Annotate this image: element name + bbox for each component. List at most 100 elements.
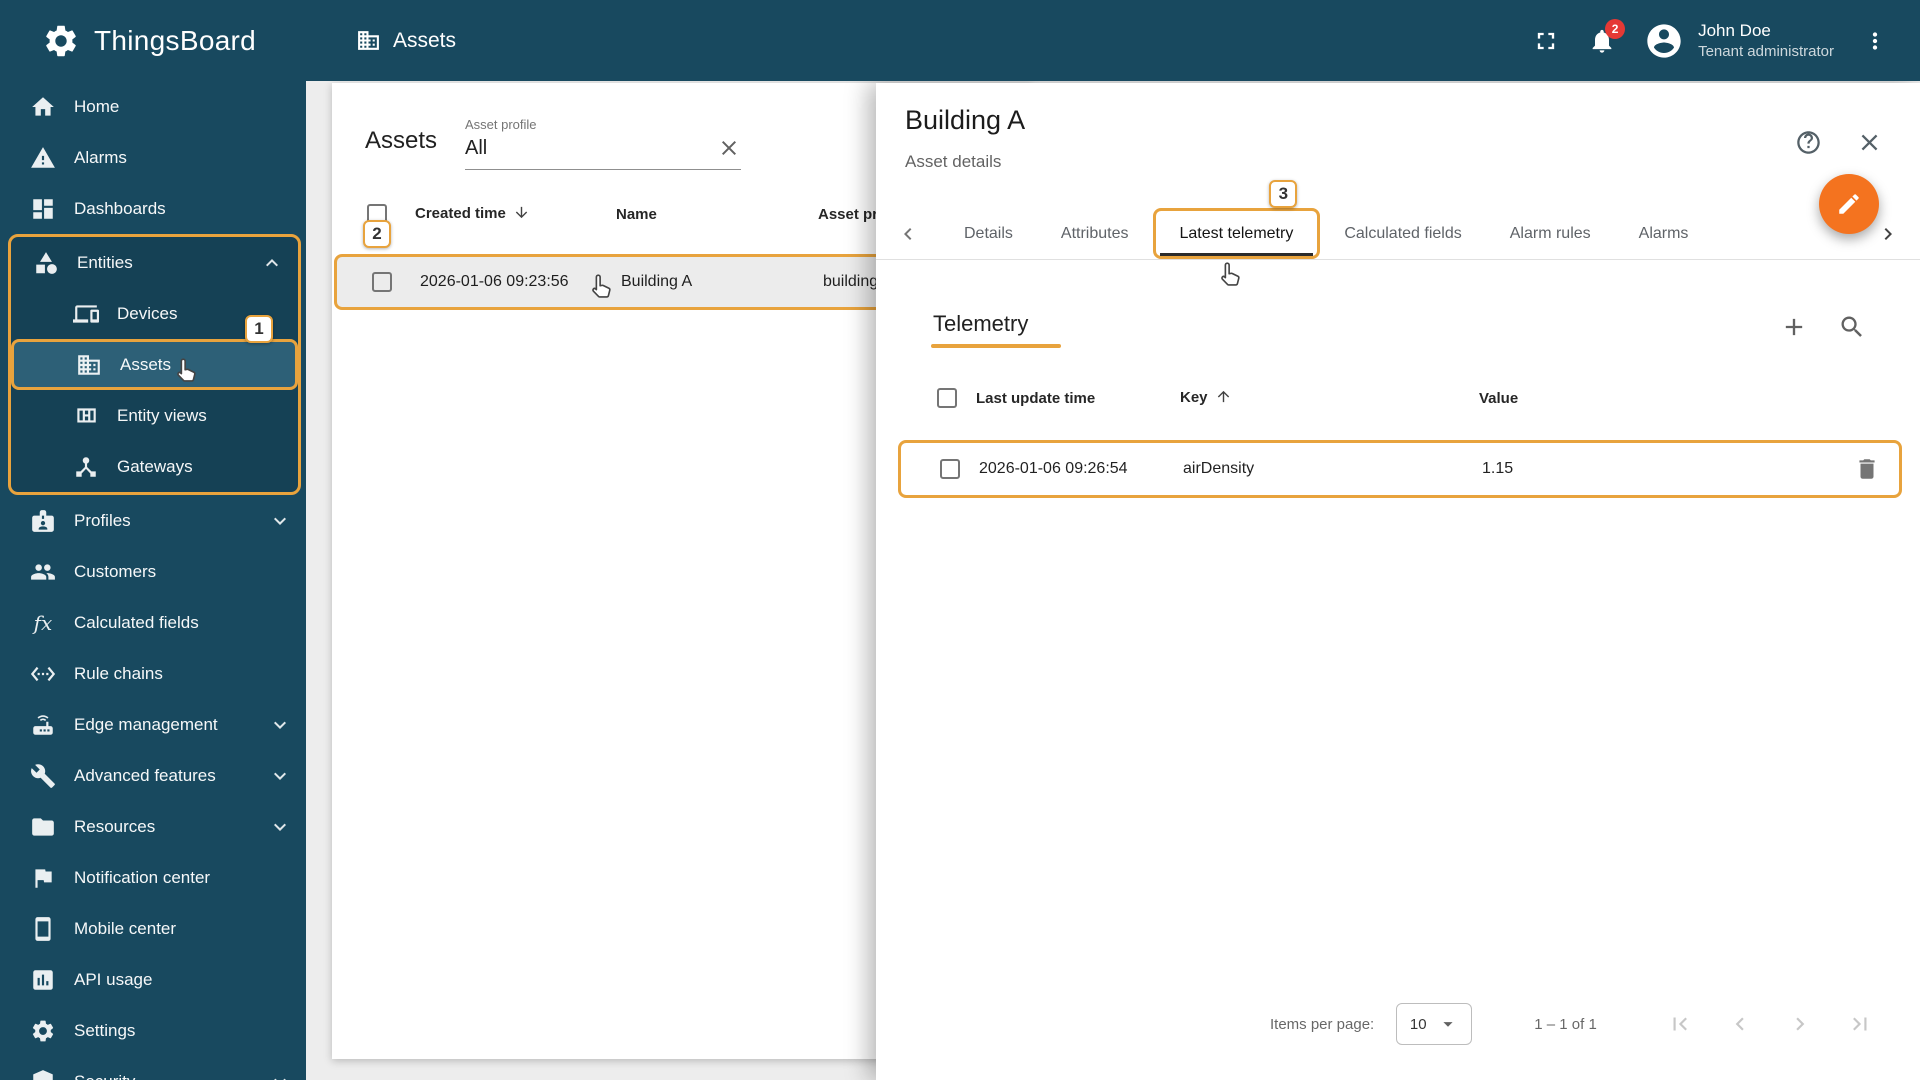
assets-list-title: Assets [365, 127, 438, 154]
sidebar-item-edge-management[interactable]: Edge management [0, 699, 306, 750]
chevron-down-icon [268, 815, 292, 839]
items-per-page-select[interactable]: 10 [1396, 1003, 1473, 1045]
sidebar-item-calculated-fields[interactable]: fx Calculated fields [0, 597, 306, 648]
asset-profile-filter-label: Asset profile [465, 117, 537, 132]
calculated-fields-icon: fx [33, 610, 53, 635]
topbar-actions: 2 John Doe Tenant administrator [1532, 18, 1920, 62]
sidebar-item-entity-views[interactable]: Entity views [11, 390, 298, 441]
panel-header: Building A Asset details [905, 105, 1025, 172]
sidebar-item-api-usage[interactable]: API usage [0, 954, 306, 1005]
cursor-pointer-icon [172, 356, 202, 386]
last-page-button[interactable] [1847, 1011, 1873, 1037]
customers-icon [30, 559, 56, 585]
column-header-name[interactable]: Name [616, 206, 818, 223]
sidebar-item-mobile-center[interactable]: Mobile center [0, 903, 306, 954]
sidebar-item-home[interactable]: Home [0, 81, 306, 132]
sidebar-item-advanced-features[interactable]: Advanced features [0, 750, 306, 801]
detail-tabs: Details Attributes Latest telemetry 3 Calcul… [876, 180, 1920, 286]
sidebar-item-entities[interactable]: Entities [11, 237, 298, 288]
asset-name-title: Building A [905, 105, 1026, 135]
api-usage-icon [30, 967, 56, 993]
asset-profile-filter-value: All [465, 136, 488, 159]
tab-alarms[interactable]: Alarms [1615, 208, 1713, 259]
brand[interactable]: ThingsBoard [0, 22, 306, 60]
gateways-icon [73, 454, 99, 480]
telemetry-table-header: Last update time Key Value [898, 375, 1902, 421]
entities-icon [33, 250, 59, 276]
dashboards-icon [30, 196, 56, 222]
column-header-key[interactable]: Key [1180, 388, 1479, 409]
help-button[interactable] [1795, 129, 1823, 157]
sidebar-item-profiles[interactable]: Profiles [0, 495, 306, 546]
tabs-scroll-left-button[interactable] [886, 208, 930, 259]
sidebar-item-customers[interactable]: Customers [0, 546, 306, 597]
sidebar-nav: Home Alarms Dashboards Entities Devices Asset… [0, 81, 306, 1080]
topbar: ThingsBoard Assets 2 John Doe Tenant adm… [0, 0, 1920, 81]
column-header-value[interactable]: Value [1479, 390, 1838, 407]
row-checkbox[interactable] [931, 459, 979, 479]
sidebar-item-rule-chains[interactable]: Rule chains [0, 648, 306, 699]
sidebar-item-resources[interactable]: Resources [0, 801, 306, 852]
fullscreen-button[interactable] [1532, 27, 1560, 55]
search-telemetry-button[interactable] [1838, 313, 1866, 341]
paginator: Items per page: 10 1 – 1 of 1 [1270, 1003, 1873, 1045]
add-telemetry-button[interactable] [1780, 313, 1808, 341]
mobile-center-icon [30, 916, 56, 942]
chevron-down-icon [268, 713, 292, 737]
dropdown-arrow-icon [1437, 1013, 1459, 1035]
sidebar-item-settings[interactable]: Settings [0, 1005, 306, 1056]
sidebar-item-security[interactable]: Security [0, 1056, 306, 1080]
tutorial-highlight-entities-group: Entities Devices Assets 1 Entity views Gatewa… [8, 234, 301, 495]
pager-buttons [1667, 1011, 1873, 1037]
telemetry-last-update-time: 2026-01-06 09:26:54 [979, 460, 1128, 477]
previous-page-button[interactable] [1727, 1011, 1753, 1037]
avatar-icon [1644, 21, 1684, 61]
column-header-last-update-time[interactable]: Last update time [976, 390, 1180, 407]
tab-details[interactable]: Details [940, 208, 1037, 259]
column-header-created-time[interactable]: Created time [415, 204, 616, 225]
advanced-features-icon [30, 763, 56, 789]
home-icon [30, 94, 56, 120]
edit-asset-button[interactable] [1819, 174, 1879, 234]
user-menu[interactable]: John Doe Tenant administrator [1644, 20, 1834, 62]
telemetry-table: Last update time Key Value 2026-01-06 09:2… [898, 375, 1902, 498]
thingsboard-app: ThingsBoard Assets 2 John Doe Tenant adm… [0, 0, 1920, 1080]
asset-profile-filter[interactable]: Asset profile All [465, 117, 741, 170]
more-menu-button[interactable] [1862, 28, 1888, 54]
items-per-page-label: Items per page: [1270, 1015, 1375, 1033]
telemetry-section-title: Telemetry [933, 311, 1029, 336]
delete-telemetry-button[interactable] [1854, 456, 1880, 482]
select-all-checkbox[interactable] [928, 388, 976, 408]
sidebar-item-notification-center[interactable]: Notification center [0, 852, 306, 903]
user-name: John Doe [1698, 20, 1771, 40]
close-panel-button[interactable] [1856, 129, 1884, 157]
tabs-list: Details Attributes Latest telemetry 3 Calcul… [940, 180, 1713, 286]
asset-details-panel: Building A Asset details Details Attribut… [876, 83, 1920, 1080]
tutorial-underline [931, 344, 1061, 348]
sidebar-item-assets[interactable]: Assets 1 [11, 315, 298, 390]
brand-name: ThingsBoard [94, 24, 257, 56]
profiles-icon [30, 508, 56, 534]
tutorial-step-badge: 2 [363, 220, 391, 248]
sidebar: Home Alarms Dashboards Entities Devices Asset… [0, 81, 306, 1080]
clear-filter-button[interactable] [717, 136, 741, 160]
items-per-page-value: 10 [1409, 1015, 1427, 1033]
chevron-down-icon [268, 509, 292, 533]
page-title: Assets [356, 28, 456, 53]
sidebar-item-dashboards[interactable]: Dashboards [0, 183, 306, 234]
sidebar-item-alarms[interactable]: Alarms [0, 132, 306, 183]
first-page-button[interactable] [1667, 1011, 1693, 1037]
tab-calculated-fields[interactable]: Calculated fields [1320, 208, 1485, 259]
user-info: John Doe Tenant administrator [1698, 20, 1834, 62]
chevron-up-icon [260, 251, 284, 275]
tab-attributes[interactable]: Attributes [1037, 208, 1153, 259]
asset-created-time: 2026-01-06 09:23:56 [420, 273, 569, 290]
sidebar-item-gateways[interactable]: Gateways [11, 441, 298, 492]
next-page-button[interactable] [1787, 1011, 1813, 1037]
row-checkbox[interactable] [372, 272, 420, 292]
entity-views-icon [73, 403, 99, 429]
notifications-button[interactable]: 2 [1588, 18, 1626, 55]
telemetry-row[interactable]: 2026-01-06 09:26:54 airDensity 1.15 [898, 440, 1902, 498]
tab-alarm-rules[interactable]: Alarm rules [1486, 208, 1615, 259]
tab-latest-telemetry[interactable]: Latest telemetry 3 [1152, 180, 1321, 286]
